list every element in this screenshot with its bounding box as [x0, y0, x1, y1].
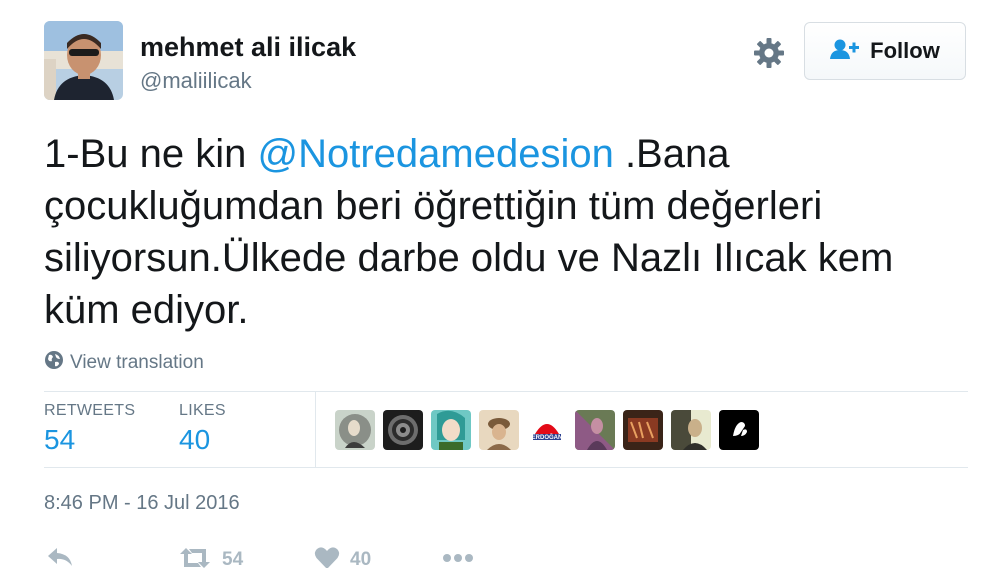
likes-stat[interactable]: LIKES 40	[179, 402, 226, 456]
liker-avatar[interactable]	[431, 410, 471, 450]
liker-avatar[interactable]: ERDOĞAN	[527, 410, 567, 450]
divider-bottom	[44, 467, 968, 468]
heart-icon	[314, 546, 340, 568]
likes-count: 40	[179, 424, 211, 455]
retweet-count: 54	[222, 549, 244, 568]
more-icon	[442, 546, 474, 568]
likes-label: LIKES	[179, 402, 226, 419]
likers-avatar-row: ERDOĞAN	[335, 410, 759, 450]
like-count: 40	[350, 549, 372, 568]
user-handle[interactable]: @maliilicak	[140, 68, 252, 94]
gear-icon[interactable]	[752, 36, 786, 70]
globe-icon	[44, 350, 64, 376]
view-translation-label: View translation	[70, 352, 204, 373]
retweets-label: RETWEETS	[44, 402, 136, 419]
follow-button[interactable]: Follow	[804, 22, 966, 80]
user-avatar[interactable]	[44, 21, 123, 100]
liker-avatar[interactable]	[479, 410, 519, 450]
stats-divider	[315, 392, 316, 468]
reply-button[interactable]	[46, 545, 74, 568]
reply-icon	[46, 546, 74, 568]
liker-avatar[interactable]	[575, 410, 615, 450]
retweet-button[interactable]: 54	[178, 545, 243, 568]
more-button[interactable]	[442, 545, 474, 568]
liker-avatar[interactable]	[719, 410, 759, 450]
retweets-stat[interactable]: RETWEETS 54	[44, 402, 135, 456]
erdogan-badge-text: ERDOĞAN	[532, 433, 563, 441]
tweet-timestamp[interactable]: 8:46 PM - 16 Jul 2016	[44, 492, 240, 515]
tweet-text-prefix: 1-Bu ne kin	[44, 132, 258, 176]
mention-link[interactable]: @Notredamedesion	[257, 132, 613, 176]
retweet-icon	[178, 546, 212, 568]
liker-avatar[interactable]	[383, 410, 423, 450]
liker-avatar[interactable]	[335, 410, 375, 450]
liker-avatar[interactable]	[671, 410, 711, 450]
view-translation-link[interactable]: View translation	[44, 350, 204, 376]
tweet-text: 1-Bu ne kin @Notredamedesion .Bana çocuk…	[44, 128, 944, 336]
add-user-icon	[830, 38, 860, 65]
liker-avatar[interactable]	[623, 410, 663, 450]
retweets-count: 54	[44, 424, 76, 455]
user-display-name[interactable]: mehmet ali ilicak	[140, 32, 356, 63]
divider-top	[44, 391, 968, 392]
tweet-card: mehmet ali ilicak @maliilicak Follow 1-B…	[0, 0, 996, 568]
follow-button-label: Follow	[870, 38, 940, 63]
like-button[interactable]: 40	[314, 545, 371, 568]
